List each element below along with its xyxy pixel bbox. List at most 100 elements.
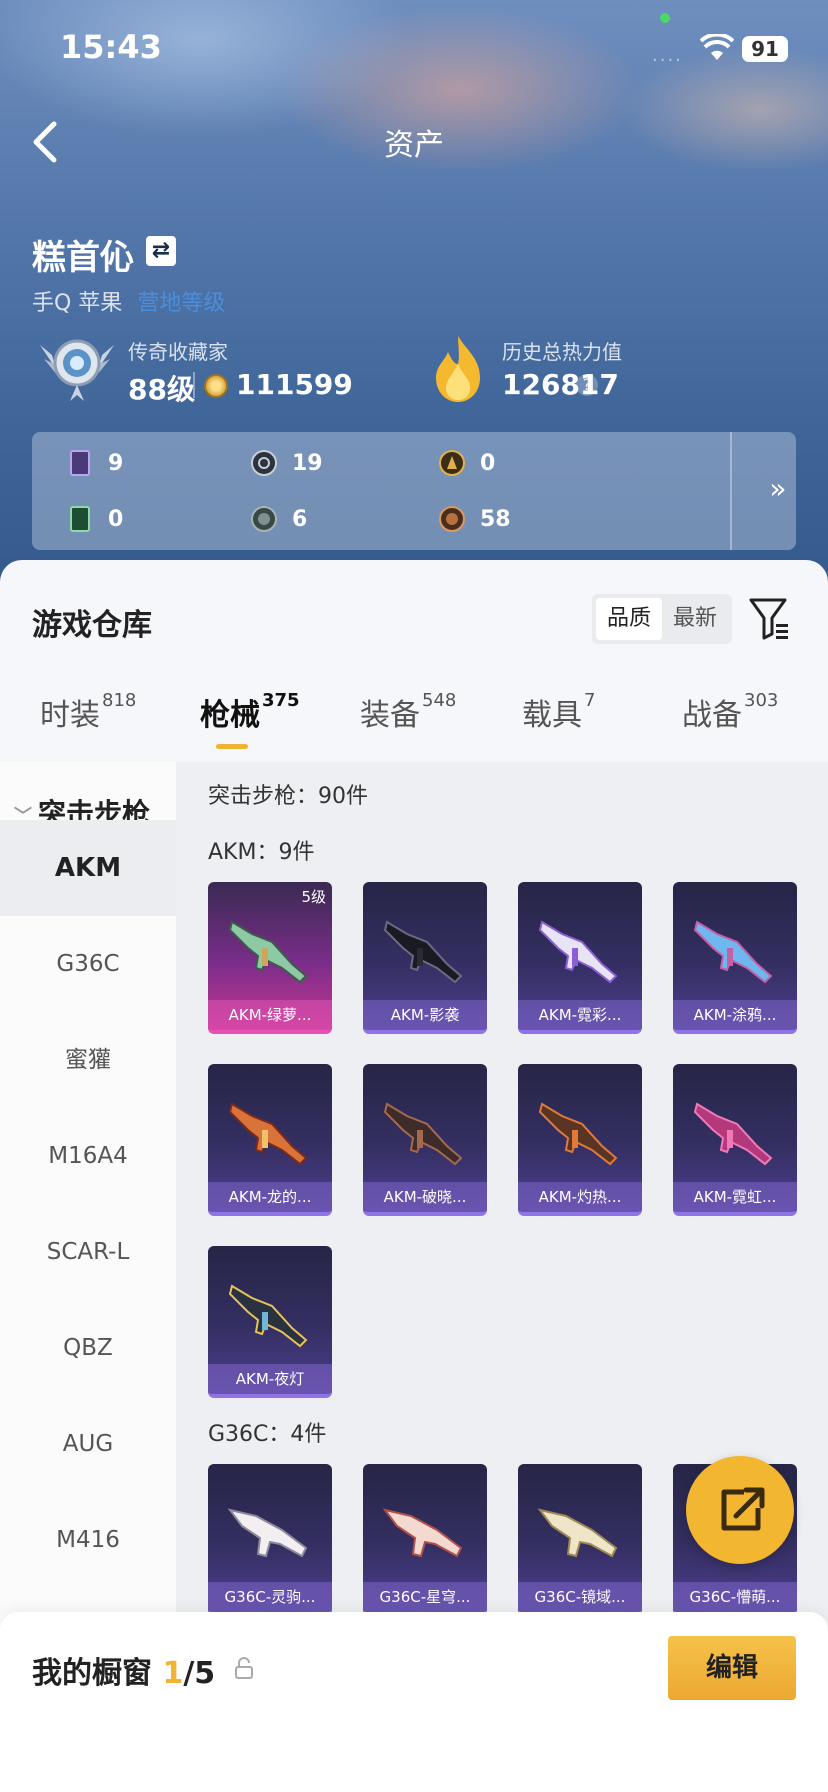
collector-label: 传奇收藏家 bbox=[128, 340, 228, 364]
count-value: 58 bbox=[480, 506, 511, 532]
skin-card[interactable]: AKM-涂鸦... bbox=[673, 882, 797, 1034]
grey-medal-icon bbox=[251, 506, 277, 532]
platform-label: 手Q 苹果 bbox=[32, 291, 123, 316]
rifle-icon bbox=[537, 1508, 618, 1558]
sidebar-item-g36c[interactable]: G36C bbox=[0, 916, 176, 1012]
rifle-icon bbox=[693, 920, 773, 984]
bronze-medal-icon bbox=[439, 506, 465, 532]
platform-info: 手Q 苹果 营地等级 bbox=[32, 285, 225, 317]
platform-link[interactable]: 营地等级 bbox=[137, 291, 225, 316]
tab-label: 战备 bbox=[682, 698, 742, 733]
sort-toggle: 品质 最新 bbox=[592, 594, 732, 644]
tab-count: 303 bbox=[744, 690, 779, 711]
showcase-current: 1 bbox=[162, 1656, 184, 1691]
count-item: 9 bbox=[66, 448, 123, 478]
warehouse-title: 游戏仓库 bbox=[32, 608, 152, 643]
tab-fashion[interactable]: 时装 818 bbox=[40, 690, 136, 734]
total-count-label: 突击步枪：90件 bbox=[208, 784, 368, 809]
asset-counts-panel: 9 19 0 0 6 58 » bbox=[32, 432, 796, 550]
rifle-icon bbox=[228, 920, 308, 984]
skin-card[interactable]: AKM-夜灯 bbox=[208, 1246, 332, 1398]
status-time: 15:43 bbox=[60, 28, 162, 66]
tab-label: 载具 bbox=[522, 698, 582, 733]
card-name: AKM-影袭 bbox=[363, 1000, 487, 1030]
share-button[interactable] bbox=[686, 1456, 794, 1564]
akm-section-label: AKM：9件 bbox=[208, 840, 315, 865]
skin-card[interactable]: AKM-霓彩... bbox=[518, 882, 642, 1034]
count-value: 0 bbox=[480, 450, 496, 476]
sidebar-item-aug[interactable]: AUG bbox=[0, 1396, 176, 1492]
heat-value: 126817 bbox=[502, 368, 619, 401]
count-value: 0 bbox=[108, 506, 124, 532]
sidebar-item-honey-badger[interactable]: 蜜獾 bbox=[0, 1012, 176, 1108]
card-name: G36C-懵萌... bbox=[673, 1582, 797, 1612]
tab-vehicles[interactable]: 载具 7 bbox=[522, 690, 595, 734]
tab-count: 7 bbox=[584, 690, 596, 711]
rifle-icon bbox=[382, 1508, 463, 1558]
skin-card[interactable]: 5级 AKM-绿萝... bbox=[208, 882, 332, 1034]
edit-button[interactable]: 编辑 bbox=[668, 1636, 796, 1700]
count-value: 19 bbox=[292, 450, 323, 476]
stat-divider bbox=[193, 372, 195, 398]
count-item: 0 bbox=[66, 504, 123, 534]
card-name: AKM-破晓... bbox=[363, 1182, 487, 1212]
sidebar-item-m416[interactable]: M416 bbox=[0, 1492, 176, 1588]
profile-header: 15:43 ···· 91 资产 糕首伈 ⇄ 手Q 苹果 营地等级 传奇收藏家 … bbox=[0, 0, 828, 600]
sort-quality-button[interactable]: 品质 bbox=[596, 598, 662, 640]
showcase-label: 我的橱窗 bbox=[32, 1656, 152, 1691]
sidebar-item-m16a4[interactable]: M16A4 bbox=[0, 1108, 176, 1204]
lock-icon bbox=[235, 1657, 253, 1679]
tab-equipment[interactable]: 装备 548 bbox=[360, 690, 456, 734]
card-name: AKM-霓彩... bbox=[518, 1000, 642, 1030]
sidebar-item-scar-l[interactable]: SCAR-L bbox=[0, 1204, 176, 1300]
g36c-section-label: G36C：4件 bbox=[208, 1422, 327, 1447]
card-name: AKM-霓虹... bbox=[673, 1182, 797, 1212]
level-value: 88级 bbox=[128, 373, 195, 406]
active-tab-indicator bbox=[216, 744, 248, 749]
sort-newest-button[interactable]: 最新 bbox=[662, 598, 728, 640]
card-name: AKM-绿萝... bbox=[208, 1000, 332, 1030]
count-item: 19 bbox=[250, 448, 323, 478]
wifi-icon bbox=[700, 34, 734, 60]
card-name: G36C-星穹... bbox=[363, 1582, 487, 1612]
username: 糕首伈 bbox=[32, 238, 134, 278]
heat-label: 历史总热力值 bbox=[502, 340, 622, 364]
swap-icon[interactable]: ⇄ bbox=[146, 236, 176, 266]
tab-combat-gear[interactable]: 战备 303 bbox=[682, 690, 778, 734]
skin-card[interactable]: AKM-龙的... bbox=[208, 1064, 332, 1216]
card-name: G36C-镜域... bbox=[518, 1582, 642, 1612]
skin-card[interactable]: G36C-镜域... bbox=[518, 1464, 642, 1616]
category-tabs: 时装 818 枪械 375 装备 548 载具 7 战备 303 bbox=[0, 690, 828, 760]
tab-label: 时装 bbox=[40, 698, 100, 733]
skin-card[interactable]: G36C-灵驹... bbox=[208, 1464, 332, 1616]
showcase-total: /5 bbox=[183, 1656, 216, 1691]
tab-count: 375 bbox=[262, 690, 300, 711]
more-arrow-icon[interactable]: » bbox=[748, 472, 808, 508]
share-icon bbox=[721, 1487, 765, 1531]
rifle-icon bbox=[383, 1102, 463, 1166]
rifle-icon bbox=[228, 1284, 308, 1348]
skin-card[interactable]: G36C-星穹... bbox=[363, 1464, 487, 1616]
count-value: 9 bbox=[108, 450, 124, 476]
showcase-title: 我的橱窗 1/5 bbox=[32, 1648, 215, 1692]
skin-card[interactable]: AKM-影袭 bbox=[363, 882, 487, 1034]
silver-coin-icon bbox=[251, 450, 277, 476]
count-item: 58 bbox=[438, 504, 511, 534]
tab-firearms[interactable]: 枪械 375 bbox=[200, 690, 300, 734]
help-icon[interactable]: ? bbox=[576, 374, 598, 396]
page-title: 资产 bbox=[384, 128, 444, 163]
tab-count: 548 bbox=[422, 690, 457, 711]
tab-count: 818 bbox=[102, 690, 137, 711]
filter-icon[interactable] bbox=[748, 596, 792, 642]
skin-card[interactable]: AKM-霓虹... bbox=[673, 1064, 797, 1216]
tab-label: 装备 bbox=[360, 698, 420, 733]
skin-card[interactable]: AKM-灼热... bbox=[518, 1064, 642, 1216]
sidebar-item-qbz[interactable]: QBZ bbox=[0, 1300, 176, 1396]
sidebar-item-akm[interactable]: AKM bbox=[0, 820, 176, 916]
purple-card-icon bbox=[70, 450, 90, 476]
skin-card[interactable]: AKM-破晓... bbox=[363, 1064, 487, 1216]
card-name: AKM-涂鸦... bbox=[673, 1000, 797, 1030]
rifle-icon bbox=[538, 920, 618, 984]
card-name: AKM-龙的... bbox=[208, 1182, 332, 1212]
count-item: 0 bbox=[438, 448, 495, 478]
